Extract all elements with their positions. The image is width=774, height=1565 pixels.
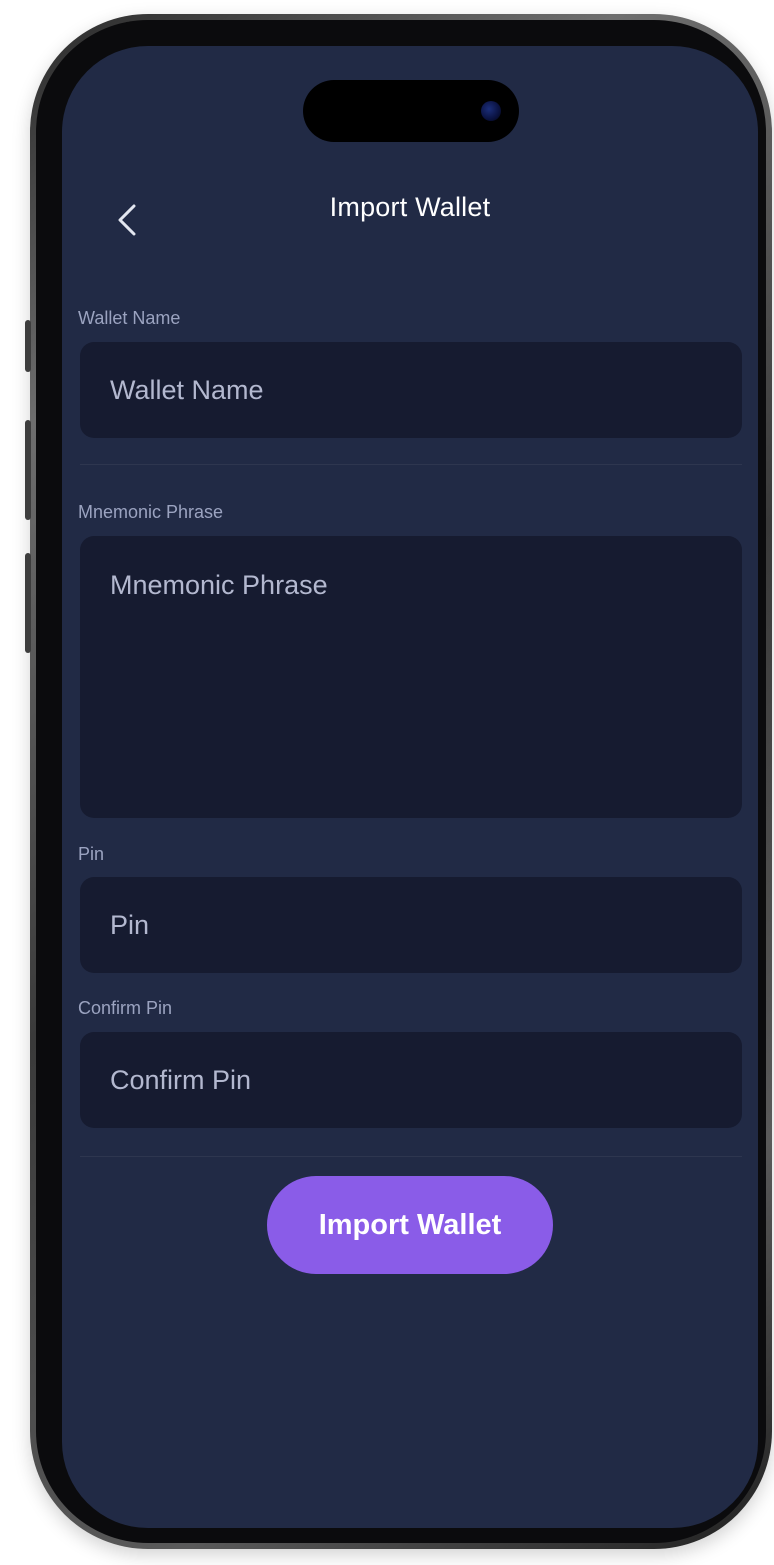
top-bar: Import Wallet: [62, 186, 758, 246]
pin-label: Pin: [78, 844, 105, 864]
confirm-pin-label: Confirm Pin: [78, 998, 173, 1018]
confirm-pin-input[interactable]: [80, 1032, 742, 1128]
app-screen: Import Wallet Wallet Name Mnemonic Phras…: [62, 46, 758, 1528]
divider: [80, 1156, 742, 1157]
dynamic-island: [303, 80, 519, 142]
volume-down-button: [25, 553, 31, 653]
import-wallet-button[interactable]: Import Wallet: [267, 1176, 553, 1274]
page-title: Import Wallet: [329, 192, 491, 222]
mnemonic-phrase-label: Mnemonic Phrase: [78, 502, 224, 522]
mnemonic-phrase-input[interactable]: [80, 536, 742, 818]
silent-switch: [25, 320, 31, 372]
home-indicator-area: [62, 1498, 758, 1528]
pin-input[interactable]: [80, 877, 742, 973]
wallet-name-label: Wallet Name: [78, 308, 181, 328]
camera-icon: [481, 101, 501, 121]
divider: [80, 464, 742, 465]
volume-up-button: [25, 420, 31, 520]
wallet-name-input[interactable]: [80, 342, 742, 438]
